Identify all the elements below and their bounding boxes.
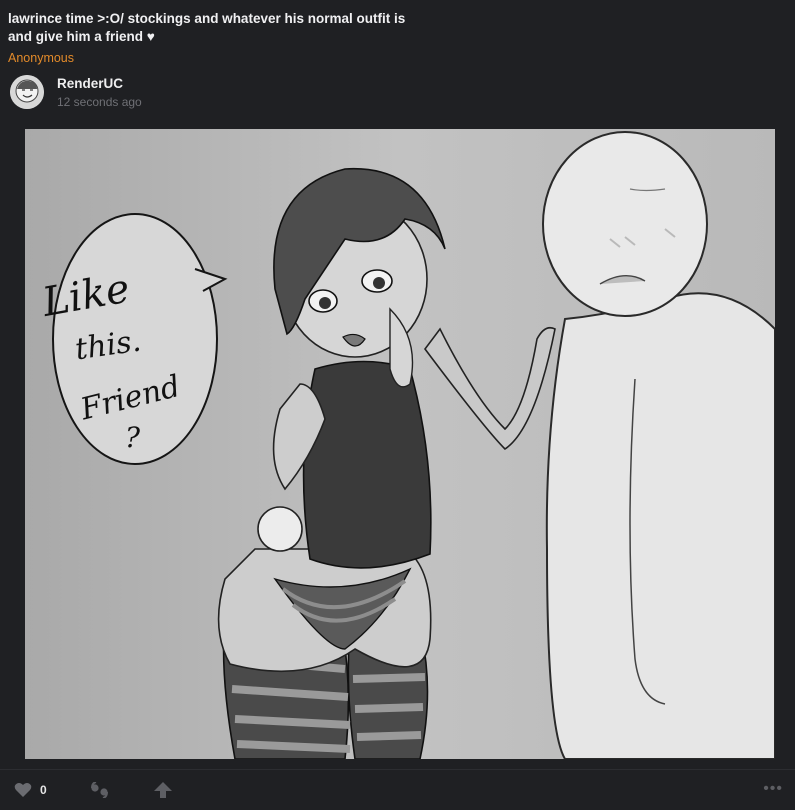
like-count: 0 <box>40 783 47 797</box>
post-footer: 0 ••• <box>0 769 795 810</box>
quote-button[interactable] <box>90 781 110 803</box>
boost-button[interactable] <box>153 781 173 804</box>
post-artwork[interactable]: Like this. Friend ? <box>25 129 775 759</box>
more-options-button[interactable]: ••• <box>763 780 783 798</box>
requester-name[interactable]: Anonymous <box>8 51 74 65</box>
boost-arrow-icon <box>154 782 172 798</box>
artwork-illustration: Like this. Friend ? <box>25 129 775 759</box>
author-name[interactable]: RenderUC <box>57 76 123 91</box>
speech-text-question: ? <box>125 421 141 454</box>
like-button[interactable]: 0 <box>14 782 47 798</box>
avatar-face-icon <box>10 75 44 109</box>
quote-icon <box>91 781 108 799</box>
post-title: lawrince time >:O/ stockings and whateve… <box>8 11 406 44</box>
avatar[interactable] <box>10 75 44 109</box>
heart-icon <box>14 783 32 797</box>
post-timestamp: 12 seconds ago <box>57 95 142 109</box>
